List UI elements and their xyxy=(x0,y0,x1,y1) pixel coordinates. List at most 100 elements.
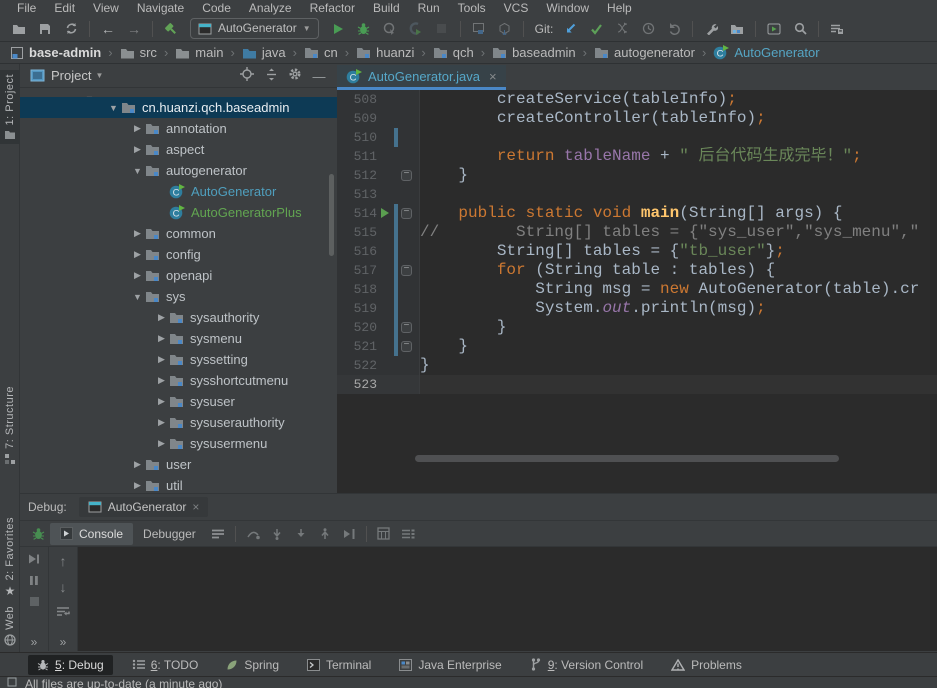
run-line-icon[interactable] xyxy=(381,208,389,218)
code-line-522[interactable]: 522} xyxy=(337,356,937,375)
breadcrumb-item[interactable]: huanzi xyxy=(354,45,416,60)
tree-item-common[interactable]: ▶common xyxy=(20,223,337,244)
code-line-521[interactable]: 521− } xyxy=(337,337,937,356)
menu-analyze[interactable]: Analyze xyxy=(240,0,301,16)
undo-button[interactable] xyxy=(661,18,687,40)
editor-tab-autogenerator[interactable]: C AutoGenerator.java × xyxy=(337,65,506,90)
menu-run[interactable]: Run xyxy=(409,0,449,16)
tree-right-arrow[interactable]: ▶ xyxy=(130,459,145,470)
tree-item-autogenerator[interactable]: ▼autogenerator xyxy=(20,160,337,181)
code-line-514[interactable]: 514− public static void main(String[] ar… xyxy=(337,204,937,223)
toolwindow-tab-spring[interactable]: Spring xyxy=(217,655,288,675)
stop-button[interactable] xyxy=(429,18,455,40)
up-stack-button[interactable]: ↑ xyxy=(60,553,67,569)
breadcrumb-item[interactable]: baseadmin xyxy=(490,45,578,60)
fold-icon[interactable]: − xyxy=(401,322,412,333)
fold-icon[interactable]: − xyxy=(401,208,412,219)
code-line-520[interactable]: 520− } xyxy=(337,318,937,337)
coverage-button[interactable] xyxy=(377,18,403,40)
pause-button[interactable] xyxy=(29,575,39,586)
fold-icon[interactable]: − xyxy=(401,341,412,352)
tree-right-arrow[interactable]: ▶ xyxy=(154,312,169,323)
back-button[interactable]: ← xyxy=(95,18,121,40)
vcs-merge-button[interactable] xyxy=(609,18,635,40)
code-line-516[interactable]: 516 String[] tables = {"tb_user"}; xyxy=(337,242,937,261)
run-to-cursor-button[interactable] xyxy=(337,524,361,544)
more-icon[interactable]: » xyxy=(60,635,67,649)
tree-item-annotation[interactable]: ▶annotation xyxy=(20,118,337,139)
debug-tab-console[interactable]: Console xyxy=(50,523,133,545)
tree-scrollbar[interactable] xyxy=(329,174,334,256)
breadcrumb-item[interactable]: cn xyxy=(302,45,340,60)
menu-edit[interactable]: Edit xyxy=(45,0,84,16)
tree-item-autogenerator[interactable]: CAutoGenerator xyxy=(20,181,337,202)
tree-item-util[interactable]: ▶util xyxy=(20,475,337,493)
code-line-509[interactable]: 509 createController(tableInfo); xyxy=(337,109,937,128)
code-line-508[interactable]: 508 createService(tableInfo); xyxy=(337,90,937,109)
fold-icon[interactable]: − xyxy=(401,170,412,181)
tree-item-autogeneratorplus[interactable]: CAutoGeneratorPlus xyxy=(20,202,337,223)
tree-right-arrow[interactable]: ▶ xyxy=(130,123,145,134)
vcs-commit-button[interactable] xyxy=(583,18,609,40)
tree-item-sysuser[interactable]: ▶sysuser xyxy=(20,391,337,412)
toolwindow-toggle-icon[interactable] xyxy=(7,677,17,687)
code-line-517[interactable]: 517− for (String table : tables) { xyxy=(337,261,937,280)
tree-item-cn.huanzi.qch.baseadmin[interactable]: ▼cn.huanzi.qch.baseadmin xyxy=(20,97,337,118)
step-into-button[interactable] xyxy=(265,524,289,544)
tree-right-arrow[interactable]: ▶ xyxy=(154,375,169,386)
breadcrumb-item[interactable]: autogenerator xyxy=(592,45,697,60)
profile-button[interactable] xyxy=(403,18,429,40)
toolwindow-tab-debug[interactable]: 5: Debug xyxy=(28,655,113,675)
history-button[interactable] xyxy=(635,18,661,40)
open-button[interactable] xyxy=(6,18,32,40)
tree-down-arrow[interactable]: ▼ xyxy=(106,103,121,113)
tree-item-user[interactable]: ▶user xyxy=(20,454,337,475)
project-tree[interactable]: ▼ ▼cn.huanzi.qch.baseadmin▶annotation▶as… xyxy=(20,88,337,493)
close-icon[interactable]: × xyxy=(192,500,199,514)
tree-right-arrow[interactable]: ▶ xyxy=(130,144,145,155)
save-button[interactable] xyxy=(32,18,58,40)
menu-vcs[interactable]: VCS xyxy=(495,0,538,16)
project-structure-button[interactable] xyxy=(724,18,750,40)
tree-item-sysusermenu[interactable]: ▶sysusermenu xyxy=(20,433,337,454)
stop-dark-button[interactable] xyxy=(29,596,40,607)
tree-item-sysauthority[interactable]: ▶sysauthority xyxy=(20,307,337,328)
breadcrumb-item[interactable]: base-admin xyxy=(8,45,103,60)
code-line-523[interactable]: 523 xyxy=(337,375,937,394)
stripe-tab-project[interactable]: 1: Project xyxy=(0,70,20,144)
stripe-tab-web[interactable]: Web xyxy=(0,602,20,650)
evaluate-button[interactable] xyxy=(372,524,396,544)
debug-button[interactable] xyxy=(351,18,377,40)
step-out-button[interactable] xyxy=(313,524,337,544)
tree-right-arrow[interactable]: ▶ xyxy=(154,396,169,407)
down-stack-button[interactable]: ↓ xyxy=(60,579,67,595)
code-line-513[interactable]: 513 xyxy=(337,185,937,204)
breadcrumb-item[interactable]: CAutoGenerator xyxy=(711,45,821,60)
editor-horizontal-scrollbar[interactable] xyxy=(415,455,839,462)
vcs-update-button[interactable] xyxy=(557,18,583,40)
code-line-519[interactable]: 519 System.out.println(msg); xyxy=(337,299,937,318)
sync-button[interactable] xyxy=(58,18,84,40)
tree-right-arrow[interactable]: ▶ xyxy=(154,354,169,365)
tree-right-arrow[interactable]: ▶ xyxy=(154,333,169,344)
console-output[interactable] xyxy=(78,547,937,651)
tree-item-sys[interactable]: ▼sys xyxy=(20,286,337,307)
menu-refactor[interactable]: Refactor xyxy=(301,0,364,16)
run-anything-button[interactable] xyxy=(761,18,787,40)
breadcrumb-item[interactable]: main xyxy=(173,45,225,60)
tree-right-arrow[interactable]: ▶ xyxy=(130,480,145,491)
search-button[interactable] xyxy=(787,18,813,40)
code-line-511[interactable]: 511 return tableName + " 后台代码生成完毕！"; xyxy=(337,147,937,166)
gear-button[interactable] xyxy=(283,64,307,84)
breadcrumb-item[interactable]: java xyxy=(240,45,288,60)
run-button[interactable] xyxy=(325,18,351,40)
resume-button[interactable] xyxy=(28,553,40,565)
code-line-512[interactable]: 512− } xyxy=(337,166,937,185)
layout-settings-button[interactable] xyxy=(396,524,420,544)
locate-button[interactable] xyxy=(235,64,259,84)
hide-button[interactable]: — xyxy=(307,67,331,87)
menu-tools[interactable]: Tools xyxy=(449,0,495,16)
chevron-down-icon[interactable]: ▼ xyxy=(95,71,103,80)
menu-build[interactable]: Build xyxy=(364,0,409,16)
tree-right-arrow[interactable]: ▶ xyxy=(154,417,169,428)
